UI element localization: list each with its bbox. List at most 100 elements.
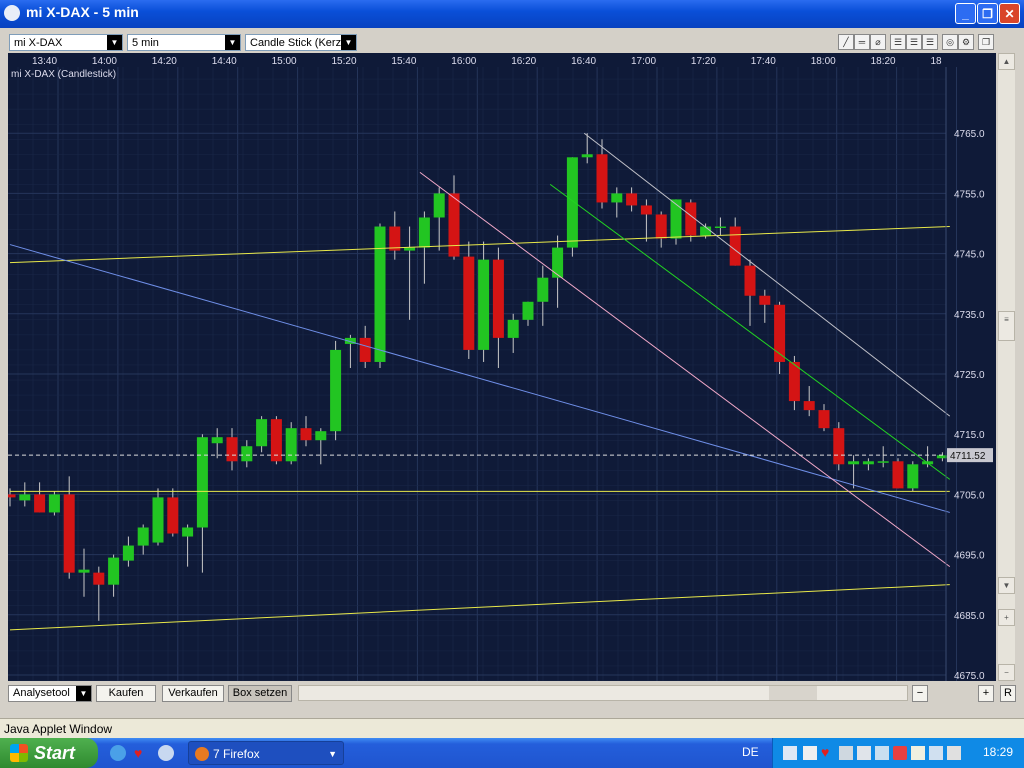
window-titlebar: mi X-DAX - 5 min _ ❐ ✕: [0, 0, 1024, 28]
taskbar-firefox-group[interactable]: 7 Firefox ▼: [188, 741, 344, 765]
x-tick-label: 14:00: [92, 56, 117, 67]
zoom-in-time-icon[interactable]: +: [978, 685, 994, 702]
candle-body: [285, 428, 297, 462]
applet-status-text: Java Applet Window: [4, 722, 113, 736]
scroll-thumb[interactable]: ≡: [998, 311, 1015, 341]
x-tick-label: 15:00: [272, 56, 297, 67]
tray-display-icon[interactable]: [929, 746, 943, 760]
interval-select[interactable]: 5 min ▼: [127, 34, 241, 51]
candle-body: [152, 497, 164, 543]
candle-body: [818, 410, 830, 429]
minimize-button[interactable]: _: [955, 3, 976, 24]
candle-body: [640, 205, 652, 215]
reset-button[interactable]: R: [1000, 685, 1016, 702]
indicator-icon[interactable]: ◎: [942, 34, 958, 50]
candle-body: [63, 494, 75, 573]
x-tick-label: 16:00: [451, 56, 476, 67]
chart-area[interactable]: 13:40 14:00 14:20 14:40 15:00 15:20 15:40 16:00…: [4, 53, 996, 682]
x-tick-label: 14:20: [152, 56, 177, 67]
kaufen-button[interactable]: Kaufen: [96, 685, 156, 702]
y-tick-label: 4675.0: [954, 671, 985, 681]
tray-volume-icon[interactable]: [839, 746, 853, 760]
maximize-button[interactable]: ❐: [977, 3, 998, 24]
candle-body: [404, 247, 416, 251]
candle-body: [729, 226, 741, 266]
candle-body: [19, 494, 31, 501]
candle-body: [93, 572, 105, 585]
x-tick-label: 15:20: [332, 56, 357, 67]
window-title: mi X-DAX - 5 min: [26, 4, 139, 20]
zoom-out-icon[interactable]: −: [998, 664, 1015, 681]
x-tick-label: 13:40: [32, 56, 57, 67]
y-tick-label: 4755.0: [954, 189, 985, 200]
interval-select-value: 5 min: [132, 37, 159, 49]
zoom-in-icon[interactable]: +: [998, 609, 1015, 626]
price-scrollbar[interactable]: ▲ ≡ ▼ + −: [998, 53, 1015, 681]
candle-body: [182, 527, 194, 537]
tray-printer-icon[interactable]: [911, 746, 925, 760]
candle-body: [418, 217, 430, 248]
box-setzen-button[interactable]: Box setzen: [228, 685, 292, 702]
zoom-out-time-icon[interactable]: −: [912, 685, 928, 702]
candle-body: [241, 446, 253, 462]
tray-antivirus-icon[interactable]: ♥: [821, 744, 829, 760]
tray-monitor-icon[interactable]: [803, 746, 817, 760]
candle-body: [122, 545, 134, 561]
draw-line-icon[interactable]: ╱: [838, 34, 854, 50]
x-tick-label: 17:20: [691, 56, 716, 67]
horizontal-line-icon[interactable]: ═: [854, 34, 870, 50]
scroll-up-icon[interactable]: ▲: [998, 53, 1015, 70]
candle-body: [137, 527, 149, 546]
candle-body: [670, 199, 682, 239]
media-player-icon[interactable]: [158, 745, 174, 761]
candle-body: [34, 494, 46, 513]
candle-body: [566, 157, 578, 248]
detach-window-icon[interactable]: ❐: [978, 34, 994, 50]
taskbar-task-label: 7 Firefox: [213, 747, 260, 761]
app-icon: [4, 5, 20, 21]
candlestick-chart[interactable]: 13:40 14:00 14:20 14:40 15:00 15:20 15:40 16:00…: [4, 53, 996, 682]
clock[interactable]: 18:29: [983, 745, 1013, 759]
tray-usb-icon[interactable]: [857, 746, 871, 760]
candle-body: [537, 277, 549, 302]
chevron-down-icon[interactable]: ▼: [76, 686, 91, 701]
candle-body: [848, 461, 860, 465]
candle-body: [374, 226, 386, 362]
candle-body: [78, 569, 90, 573]
chart-style-select[interactable]: Candle Stick (Kerze ▼: [245, 34, 357, 51]
candle-body: [892, 461, 904, 489]
y-tick-label: 4745.0: [954, 250, 985, 261]
chevron-down-icon[interactable]: ▼: [107, 35, 122, 50]
delete-drawing-icon[interactable]: ⌀: [870, 34, 886, 50]
applet-status-bar: Java Applet Window: [0, 718, 1024, 739]
instrument-select[interactable]: mi X-DAX ▼: [9, 34, 123, 51]
verkaufen-button[interactable]: Verkaufen: [162, 685, 224, 702]
candle-body: [226, 437, 238, 462]
time-scroll-thumb[interactable]: [769, 686, 817, 700]
time-scrollbar[interactable]: [298, 685, 908, 701]
chevron-down-icon[interactable]: ▼: [225, 35, 240, 50]
grid-layout-3-icon[interactable]: ☰: [922, 34, 938, 50]
ie-icon[interactable]: [110, 745, 126, 761]
tray-network-icon[interactable]: [783, 746, 797, 760]
tray-shield-icon[interactable]: [893, 746, 907, 760]
tray-update-icon[interactable]: [875, 746, 889, 760]
instrument-select-value: mi X-DAX: [14, 37, 63, 49]
grid-layout-1-icon[interactable]: ☰: [890, 34, 906, 50]
x-axis: 13:40 14:00 14:20 14:40 15:00 15:20 15:40 16:00…: [8, 53, 996, 67]
tray-misc-icon[interactable]: [947, 746, 961, 760]
scroll-down-icon[interactable]: ▼: [998, 577, 1015, 594]
start-button[interactable]: Start: [0, 738, 98, 768]
grid-layout-2-icon[interactable]: ☰: [906, 34, 922, 50]
candle-body: [167, 497, 179, 534]
antivirus-icon[interactable]: ♥: [134, 745, 150, 761]
language-indicator[interactable]: DE: [742, 745, 759, 759]
settings-icon[interactable]: ⚙: [958, 34, 974, 50]
chevron-down-icon[interactable]: ▼: [341, 35, 356, 50]
y-tick-label: 4725.0: [954, 370, 985, 381]
analysetool-label: Analysetool: [13, 687, 70, 699]
candle-body: [596, 154, 608, 203]
close-button[interactable]: ✕: [999, 3, 1020, 24]
analysetool-select[interactable]: Analysetool ▼: [8, 685, 92, 702]
candle-body: [448, 193, 460, 257]
